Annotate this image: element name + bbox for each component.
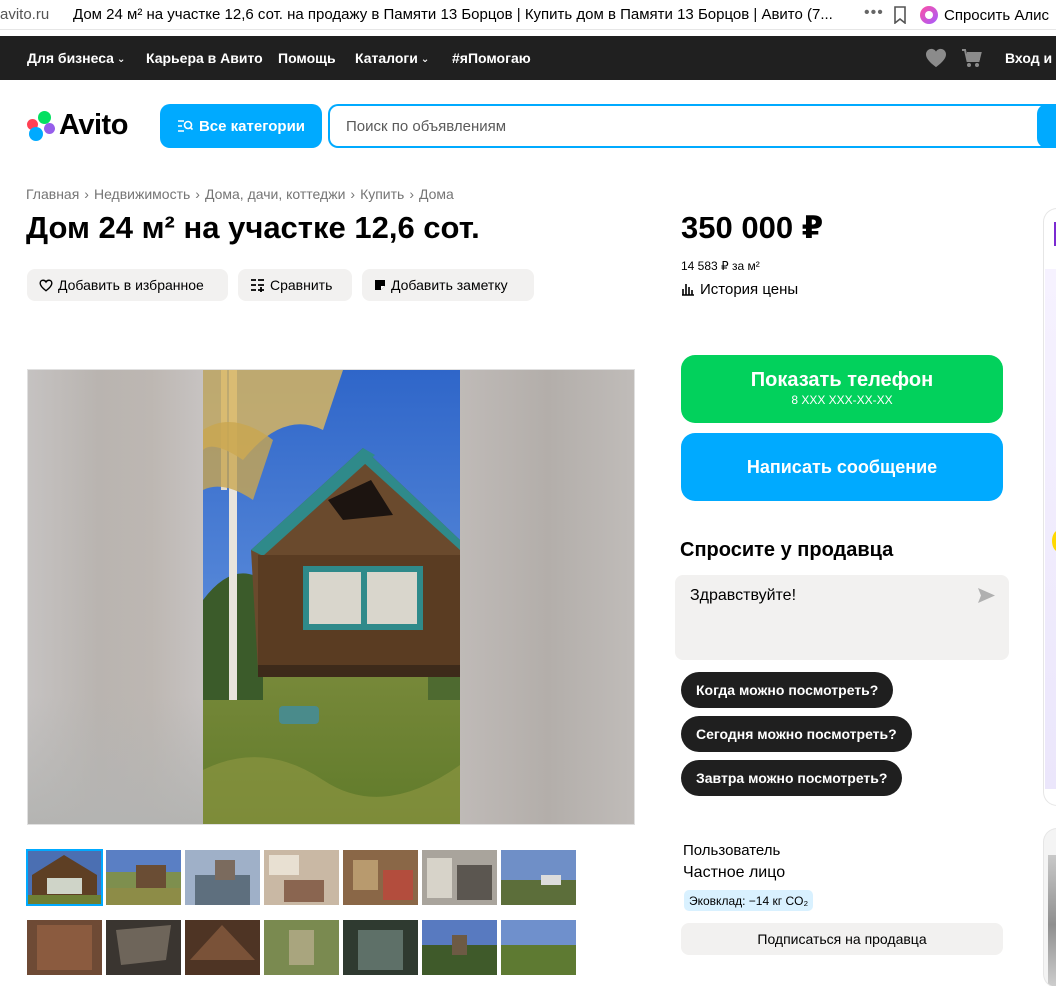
compare-label: Сравнить	[270, 277, 333, 293]
heart-icon[interactable]	[925, 48, 947, 68]
nav-business[interactable]: Для бизнеса ⌄	[27, 50, 125, 66]
thumbnail[interactable]	[106, 850, 181, 905]
note-icon	[375, 280, 385, 290]
seller-name[interactable]: Пользователь	[683, 842, 780, 859]
compare-button[interactable]: Сравнить	[238, 269, 352, 301]
show-phone-button[interactable]: Показать телефон 8 XXX XXX-XX-XX	[681, 355, 1003, 423]
price-history-label: История цены	[700, 281, 799, 298]
search-button[interactable]	[1037, 104, 1056, 148]
seller-type: Частное лицо	[683, 864, 786, 881]
write-message-button[interactable]: Написать сообщение	[681, 433, 1003, 501]
thumbnail[interactable]	[106, 920, 181, 975]
alice-label: Спросить Алис	[944, 6, 1050, 24]
thumbnail[interactable]	[422, 850, 497, 905]
browser-bar: avito.ru Дом 24 м² на участке 12,6 сот. …	[0, 0, 1056, 30]
search-input[interactable]	[330, 106, 1038, 146]
thumbnail[interactable]	[343, 920, 418, 975]
main-photo[interactable]	[203, 370, 460, 825]
browser-tab-title[interactable]: Дом 24 м² на участке 12,6 сот. на продаж…	[73, 6, 833, 23]
price: 350 000 ₽	[681, 210, 824, 245]
ask-message-input[interactable]: Здравствуйте!	[675, 575, 1009, 660]
side-ad-card[interactable]	[1043, 828, 1056, 986]
heart-icon	[39, 279, 53, 292]
alice-icon	[920, 6, 938, 24]
add-favorite-label: Добавить в избранное	[58, 277, 204, 293]
add-note-button[interactable]: Добавить заметку	[362, 269, 534, 301]
ad-image	[1048, 855, 1056, 986]
nav-yapomogayu-label: #яПомогаю	[452, 50, 531, 66]
avito-logo[interactable]: Avito	[26, 108, 128, 141]
browser-domain[interactable]: avito.ru	[0, 6, 49, 23]
more-icon[interactable]: •••	[864, 4, 884, 22]
side-banner-card[interactable]	[1043, 208, 1056, 806]
categories-search-icon	[177, 120, 193, 132]
gallery-blur-right	[460, 370, 634, 824]
thumbnail[interactable]	[501, 850, 576, 905]
photo-gallery[interactable]	[27, 369, 635, 825]
breadcrumb-item[interactable]: Недвижимость	[94, 186, 190, 202]
chevron-down-icon: ⌄	[420, 54, 430, 65]
all-categories-button[interactable]: Все категории	[160, 104, 322, 148]
chevron-right-icon: ›	[350, 186, 356, 202]
ask-seller-title: Спросите у продавца	[680, 539, 894, 561]
page-title: Дом 24 м² на участке 12,6 сот.	[26, 210, 480, 245]
breadcrumb: Главная › Недвижимость › Дома, дачи, коттедж…	[26, 186, 454, 202]
chevron-right-icon: ›	[409, 186, 414, 202]
chevron-right-icon: ›	[195, 186, 200, 202]
breadcrumb-item[interactable]: Дома	[419, 186, 454, 202]
thumbnail[interactable]	[185, 850, 260, 905]
breadcrumb-item[interactable]: Дома, дачи, коттеджи	[205, 186, 345, 202]
thumbnail[interactable]	[422, 920, 497, 975]
banner-background	[1045, 269, 1056, 789]
breadcrumb-item[interactable]: Купить	[360, 186, 404, 202]
eco-badge[interactable]: Эковклад: −14 кг CO₂	[684, 890, 814, 911]
quick-question-chip[interactable]: Когда можно посмотреть?	[681, 672, 894, 708]
alice-button[interactable]: Спросить Алис	[920, 0, 1049, 30]
chevron-down-icon: ⌄	[116, 54, 126, 65]
thumbnail[interactable]	[343, 850, 418, 905]
price-per-sqm: 14 583 ₽ за м²	[681, 259, 760, 273]
logo-dots-icon	[26, 110, 58, 141]
add-favorite-button[interactable]: Добавить в избранное	[27, 269, 228, 301]
send-icon[interactable]	[977, 587, 996, 604]
login-link[interactable]: Вход и р	[1005, 50, 1056, 66]
compare-icon	[251, 279, 264, 292]
nav-career[interactable]: Карьера в Авито	[146, 50, 263, 66]
bookmark-icon[interactable]	[892, 6, 908, 24]
thumbnail[interactable]	[264, 920, 339, 975]
nav-help[interactable]: Помощь	[278, 50, 336, 66]
price-history-link[interactable]: История цены	[681, 281, 798, 298]
search-box	[328, 104, 1056, 148]
nav-catalogs-label: Каталоги	[355, 50, 418, 66]
quick-question-chip[interactable]: Завтра можно посмотреть?	[681, 760, 903, 796]
phone-mask: 8 XXX XXX-XX-XX	[791, 393, 893, 407]
nav-yapomogayu[interactable]: #яПомогаю	[452, 50, 531, 66]
all-categories-label: Все категории	[198, 117, 306, 135]
breadcrumb-item[interactable]: Главная	[26, 186, 79, 202]
nav-career-label: Карьера в Авито	[146, 50, 263, 66]
thumbnail[interactable]	[264, 850, 339, 905]
gallery-blur-left	[28, 370, 204, 824]
nav-help-label: Помощь	[278, 50, 336, 66]
thumbnail[interactable]	[185, 920, 260, 975]
ask-message-text: Здравствуйте!	[690, 587, 797, 604]
nav-business-label: Для бизнеса	[27, 50, 114, 66]
thumbnail[interactable]	[501, 920, 576, 975]
thumbnail[interactable]	[26, 849, 103, 906]
chart-icon	[682, 284, 694, 296]
logo-text: Avito	[59, 108, 128, 141]
show-phone-label: Показать телефон	[750, 369, 934, 391]
chevron-right-icon: ›	[84, 186, 89, 202]
top-nav: Для бизнеса ⌄ Карьера в Авито Помощь Ката…	[0, 36, 1056, 80]
cart-icon[interactable]	[961, 47, 983, 69]
nav-catalogs[interactable]: Каталоги ⌄	[355, 50, 429, 66]
thumbnail[interactable]	[27, 920, 102, 975]
add-note-label: Добавить заметку	[391, 277, 508, 293]
subscribe-seller-button[interactable]: Подписаться на продавца	[681, 923, 1003, 955]
quick-question-chip[interactable]: Сегодня можно посмотреть?	[681, 716, 912, 752]
